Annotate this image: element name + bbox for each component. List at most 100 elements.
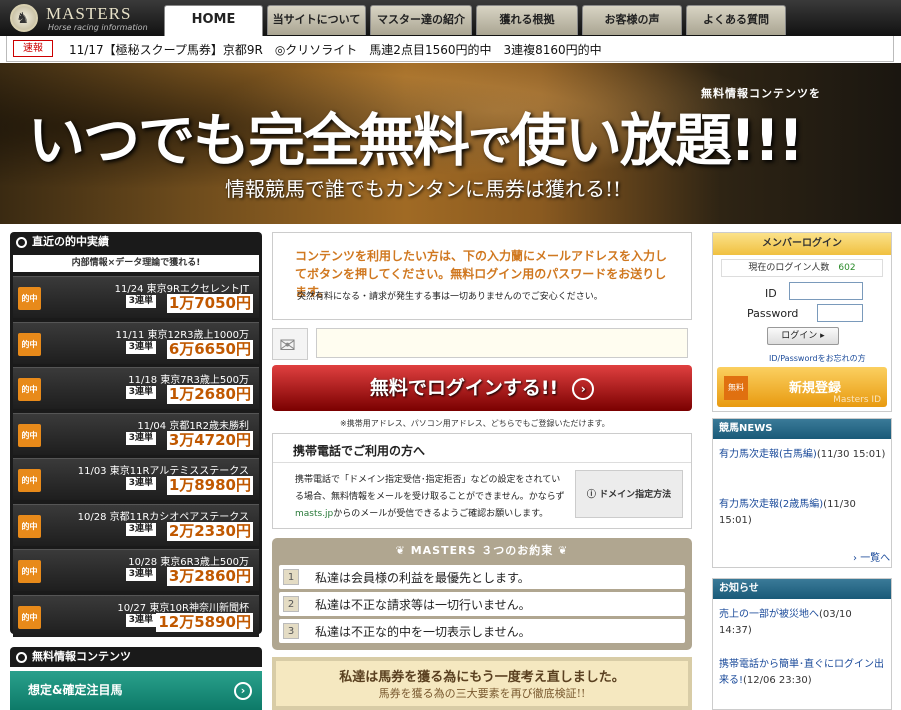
hit-race: 11/18 東京7R3歳上500万	[128, 375, 249, 386]
mobile-notice-box: 携帯電話でご利用の方へ 携帯電話で「ドメイン指定受信･指定拒否」などの設定をされ…	[272, 433, 692, 529]
hit-race: 10/28 京都11Rカシオペアステークス	[77, 511, 249, 523]
nav-about[interactable]: 当サイトについて	[267, 5, 366, 35]
hit-amount: 3万2860円	[166, 567, 253, 586]
promise-text: 私達は不正な的中を一切表示しません。	[315, 625, 531, 639]
hit-badge: 的中	[18, 469, 41, 492]
hit-badge: 的中	[18, 560, 41, 583]
logo-title: MASTERS	[46, 4, 132, 23]
domain-setting-button[interactable]: ⓘ ドメイン指定方法	[575, 470, 683, 518]
free-mark: 無料	[724, 376, 748, 400]
arrow-right-icon: ›	[572, 377, 595, 400]
nav-masters[interactable]: マスター達の紹介	[370, 5, 472, 35]
notice-item[interactable]: 携帯電話から簡単･直ぐにログイン出来る!(12/06 23:30)	[719, 657, 887, 689]
hit-row: 的中 11/24 東京9RエクセレントJT 3連単 1万7050円	[13, 276, 259, 318]
id-input[interactable]	[789, 282, 863, 300]
member-login-box: メンバーログイン 現在のログイン人数 602 ID Password ログイン …	[712, 232, 892, 412]
hit-bet-type: 3連単	[125, 386, 156, 399]
register-signature: Masters ID	[833, 395, 881, 405]
rethink-line1: 私達は馬券を獲る為にもう一度考え直しました。	[339, 670, 625, 685]
hit-row: 的中 11/11 東京12R3歳上1000万 3連単 6万6650円	[13, 321, 259, 364]
forgot-password-link[interactable]: ID/Passwordをお忘れの方	[769, 353, 866, 364]
breaking-badge: 速報	[13, 40, 53, 57]
hit-row: 的中 10/27 東京10R神奈川新聞杯 3連単 12万5890円	[13, 594, 259, 637]
hit-race: 10/28 東京6R3歳上500万	[128, 557, 249, 568]
notices-box: お知らせ 売上の一部が被災地へ(03/10 14:37) 携帯電話から簡単･直ぐ…	[712, 578, 892, 710]
three-promises-box: ❦ MASTERS ３つのお約束 ❦ 1 私達は会員様の利益を最優先とします。 2 私…	[272, 538, 692, 650]
hit-bet-type: 3連単	[125, 340, 156, 354]
featured-horse-link[interactable]: 想定&確定注目馬 ›	[10, 671, 262, 710]
promise-number: 1	[283, 569, 299, 585]
nav-voices[interactable]: お客様の声	[582, 5, 682, 35]
register-button[interactable]: 無料 新規登録 Masters ID	[717, 367, 887, 407]
promise-item: 1 私達は会員様の利益を最優先とします。	[279, 565, 685, 589]
hit-race: 11/03 東京11Rアルテミスステークス	[77, 466, 249, 477]
free-content-header: 無料情報コンテンツ	[10, 647, 262, 667]
hit-row: 的中 10/28 東京6R3歳上500万 3連単 3万2860円	[13, 549, 259, 591]
hit-badge: 的中	[18, 605, 41, 629]
breaking-news-text[interactable]: 11/17【極秘スクープ馬券】京都9R ◎クリソライト 馬連2点目1560円的中…	[69, 41, 602, 58]
hit-amount: 6万6650円	[166, 339, 253, 359]
divider	[273, 462, 691, 463]
banner-headline: いつでも完全無料で使い放題!!!	[28, 108, 804, 174]
hit-race: 11/24 東京9RエクセレントJT	[114, 284, 249, 295]
mobile-notice-title: 携帯電話でご利用の方へ	[293, 444, 426, 458]
hit-amount: 1万7050円	[166, 294, 253, 313]
rethink-banner[interactable]: 私達は馬券を獲る為にもう一度考え直しました。 馬券を獲る為の三大要素を再び徹底検…	[272, 657, 692, 710]
notices-title: お知らせ	[713, 579, 891, 599]
login-note: 突然有料になる・請求が発生する事は一切ありませんのでご安心ください。	[297, 292, 603, 302]
arrow-right-icon: ›	[234, 682, 252, 700]
nav-reasons[interactable]: 獲れる根拠	[476, 5, 578, 35]
promise-text: 私達は不正な請求等は一切行いません。	[315, 598, 531, 612]
site-logo[interactable]: ♞ MASTERS Horse racing information	[6, 3, 156, 33]
circle-icon	[16, 652, 27, 663]
banner-tagline: 情報競馬で誰でもカンタンに馬券は獲れる!!	[225, 177, 622, 201]
online-count: 現在のログイン人数 602	[721, 259, 883, 277]
id-label: ID	[765, 287, 777, 300]
hit-race: 11/11 東京12R3歳上1000万	[115, 329, 249, 341]
member-login-button[interactable]: ログイン ▸	[767, 327, 839, 345]
promise-number: 3	[283, 623, 299, 639]
password-label: Password	[747, 307, 799, 320]
hit-row: 的中 11/18 東京7R3歳上500万 3連単 1万2680円	[13, 367, 259, 409]
nav-faq[interactable]: よくある質問	[686, 5, 786, 35]
hit-bet-type: 3連単	[125, 295, 156, 308]
circle-icon	[16, 237, 27, 248]
hero-banner: 無料情報コンテンツを いつでも完全無料で使い放題!!! 情報競馬で誰でもカンタン…	[0, 63, 901, 224]
hit-bet-type: 3連単	[125, 522, 156, 536]
password-input[interactable]	[817, 304, 863, 322]
hit-bet-type: 3連単	[125, 477, 156, 490]
hit-amount: 12万5890円	[156, 612, 253, 632]
news-more-link[interactable]: › 一覧へ	[853, 549, 890, 564]
nav-home[interactable]: HOME	[164, 5, 263, 36]
promise-item: 2 私達は不正な請求等は一切行いません。	[279, 592, 685, 616]
hit-badge: 的中	[18, 423, 41, 447]
horse-emblem-icon: ♞	[10, 4, 38, 32]
hit-bet-type: 3連単	[125, 613, 156, 627]
hit-amount: 1万2680円	[166, 385, 253, 404]
recent-hits-subtitle: 内部情報×データ理論で獲れる!	[13, 255, 259, 272]
login-address-note: ※携帯用アドレス、パソコン用アドレス、どちらでもご登録いただけます。	[340, 419, 610, 428]
free-login-button[interactable]: 無料でログインする!! ›	[272, 365, 692, 411]
mobile-notice-text: 携帯電話で「ドメイン指定受信･指定拒否」などの設定をされている場合、無料情報をメ…	[295, 475, 565, 519]
race-news-box: 競馬NEWS 有力馬次走報(古馬編)(11/30 15:01) 有力馬次走報(2…	[712, 418, 892, 568]
member-login-title: メンバーログイン	[713, 233, 891, 255]
hit-amount: 1万8980円	[166, 476, 253, 495]
promise-number: 2	[283, 596, 299, 612]
hit-row: 的中 11/04 京都1R2歳未勝利 3連単 3万4720円	[13, 412, 259, 455]
rethink-line2: 馬券を獲る為の三大要素を再び徹底検証!!	[378, 687, 586, 700]
domain-link[interactable]: masts.jp	[295, 509, 333, 519]
hit-bet-type: 3連単	[125, 431, 156, 445]
hit-race: 10/27 東京10R神奈川新聞杯	[117, 602, 249, 614]
email-input[interactable]	[316, 328, 688, 358]
hit-badge: 的中	[18, 332, 41, 356]
race-news-item[interactable]: 有力馬次走報(古馬編)(11/30 15:01)	[719, 447, 887, 463]
promise-item: 3 私達は不正な的中を一切表示しません。	[279, 619, 685, 643]
promise-text: 私達は会員様の利益を最優先とします。	[315, 571, 530, 585]
recent-hits-panel: 直近の的中実績 内部情報×データ理論で獲れる! 的中 11/24 東京9Rエクセレ…	[10, 232, 262, 637]
race-news-item[interactable]: 有力馬次走報(2歳馬編)(11/30 15:01)	[719, 497, 887, 529]
hit-bet-type: 3連単	[125, 568, 156, 581]
notice-item[interactable]: 売上の一部が被災地へ(03/10 14:37)	[719, 607, 887, 639]
breaking-news-bar: 速報 11/17【極秘スクープ馬券】京都9R ◎クリソライト 馬連2点目1560…	[6, 36, 894, 62]
promises-title: ❦ MASTERS ３つのお約束 ❦	[395, 544, 569, 557]
hit-row: 的中 11/03 東京11Rアルテミスステークス 3連単 1万8980円	[13, 458, 259, 500]
